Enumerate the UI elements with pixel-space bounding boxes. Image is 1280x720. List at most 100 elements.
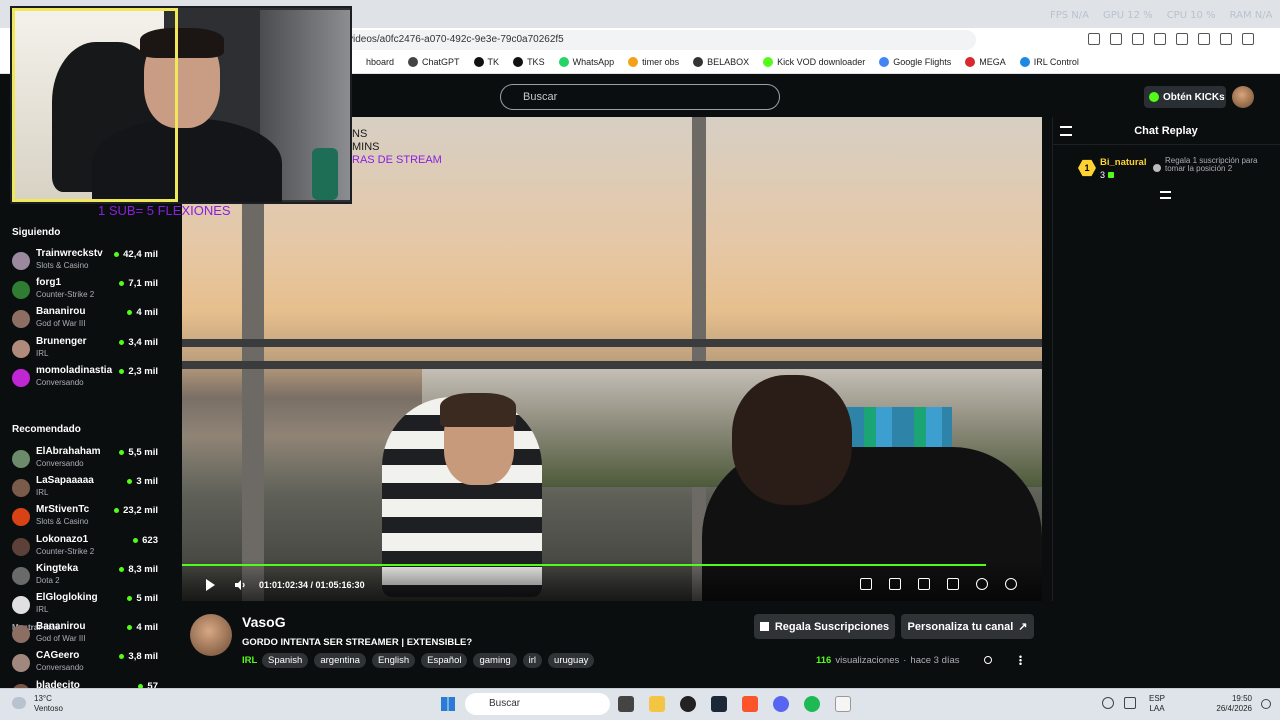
channel-name[interactable]: VasoG <box>242 614 286 630</box>
speed-icon[interactable] <box>976 578 988 590</box>
tag-chip[interactable]: Spanish <box>262 653 309 668</box>
streamer-body <box>92 118 282 202</box>
channel-name: Trainwreckstv <box>36 248 103 259</box>
file-explorer-icon[interactable] <box>649 696 665 712</box>
bookmark-item[interactable]: BELABOX <box>693 57 749 67</box>
sidebar-channel[interactable]: Bananirou God of War III 4 mil <box>0 621 170 650</box>
obs-icon[interactable] <box>680 696 696 712</box>
settings-gear-icon[interactable] <box>1005 578 1017 590</box>
tag-chip[interactable]: irl <box>522 653 543 668</box>
bookmark-item[interactable]: TKS <box>513 57 545 67</box>
sidebar-channel[interactable]: ElAbrahaham Conversando 5,5 mil <box>0 446 170 475</box>
wallet-icon[interactable] <box>1198 33 1210 45</box>
viewer-count-value: 623 <box>142 534 158 546</box>
bookmark-list: hboard ChatGPT TK TKS WhatsApp timer obs BELAB… <box>352 57 1079 67</box>
sidebar-channel[interactable]: Brunenger IRL 3,4 mil <box>0 336 170 365</box>
sidebar-channel[interactable]: forg1 Counter-Strike 2 7,1 mil <box>0 277 170 306</box>
channel-category: God of War III <box>36 319 86 329</box>
bookmark-item[interactable]: hboard <box>352 57 394 67</box>
windows-start-icon[interactable] <box>441 697 455 711</box>
play-icon[interactable] <box>206 579 215 591</box>
share-icon[interactable] <box>984 656 992 664</box>
bookmark-item[interactable]: WhatsApp <box>558 57 614 67</box>
get-kicks-button[interactable]: Obtén KICKs <box>1144 86 1226 108</box>
gift-subs-button[interactable]: Regala Suscripciones <box>754 614 895 639</box>
viewer-count: 23,2 mil <box>114 505 158 516</box>
bookmark-item[interactable]: Kick VOD downloader <box>763 57 865 67</box>
sidebar-channel[interactable]: MrStivenTc Slots & Casino 23,2 mil <box>0 504 170 533</box>
tag-chip[interactable]: gaming <box>473 653 517 668</box>
extension-icon[interactable] <box>1088 33 1100 45</box>
volume-icon[interactable] <box>234 579 246 591</box>
tag-chip[interactable]: Español <box>421 653 468 668</box>
sidebar-channel[interactable]: Kingteka Dota 2 8,3 mil <box>0 563 170 592</box>
notification-icon[interactable] <box>1261 699 1271 709</box>
tag-chip[interactable]: uruguay <box>548 653 595 668</box>
notepad-icon[interactable] <box>835 696 851 712</box>
live-dot-icon <box>119 368 125 374</box>
channel-avatar <box>12 508 30 527</box>
bookmark-item[interactable]: TK <box>473 57 499 67</box>
clock-date: 26/4/2026 <box>1216 704 1252 713</box>
puzzle-icon[interactable] <box>1110 33 1122 45</box>
theater-icon[interactable] <box>918 578 930 590</box>
bookmark-item[interactable]: Google Flights <box>879 57 951 67</box>
bookmark-item[interactable]: IRL Control <box>1019 57 1079 67</box>
sidebar-icon[interactable] <box>1176 33 1188 45</box>
sidebar-channel[interactable]: momoladinastia Conversando 2,3 mil <box>0 365 170 394</box>
channel-category: Counter-Strike 2 <box>36 546 95 556</box>
bookmark-item[interactable]: timer obs <box>628 57 679 67</box>
spotify-icon[interactable] <box>804 696 820 712</box>
customize-channel-button[interactable]: Personaliza tu canal ↗ <box>901 614 1034 639</box>
ai-icon[interactable] <box>1220 33 1232 45</box>
user-avatar[interactable] <box>1232 86 1254 108</box>
capture-icon[interactable] <box>1132 33 1144 45</box>
url-field[interactable]: videos/a0fc2476-a070-492c-9e3e-79c0a7026… <box>340 30 976 50</box>
channel-category: Counter-Strike 2 <box>36 290 95 300</box>
stream-overlay-text: NS MINS RAS DE STREAM <box>352 128 442 167</box>
tag-chip[interactable]: English <box>371 653 416 668</box>
progress-bar[interactable] <box>182 564 987 566</box>
weather-widget[interactable]: 13°C Ventoso <box>34 694 63 714</box>
channel-name: CAGeero <box>36 650 80 662</box>
channel-avatar[interactable] <box>190 614 232 656</box>
gifter-name[interactable]: Bi_natural <box>1100 157 1146 168</box>
bookmark-item[interactable]: MEGA <box>965 57 1006 67</box>
system-clock[interactable]: 19:50 26/4/2026 <box>1214 694 1252 714</box>
gift-icon <box>1108 172 1115 178</box>
taskbar-search[interactable]: Buscar <box>465 693 610 715</box>
clip-icon[interactable] <box>889 578 901 590</box>
cloud-icon[interactable] <box>12 697 26 709</box>
search-input[interactable]: Buscar <box>500 84 780 110</box>
sidebar-channel[interactable]: Bananirou God of War III 4 mil <box>0 306 170 335</box>
bookmark-item[interactable]: ChatGPT <box>408 57 460 67</box>
brave-icon[interactable] <box>742 696 758 712</box>
discord-icon[interactable] <box>773 696 789 712</box>
chevron-up-icon[interactable] <box>1084 697 1092 709</box>
pip-icon[interactable] <box>860 578 872 590</box>
sidebar-channel[interactable]: Trainwreckstv Slots & Casino 42,4 mil <box>0 248 170 277</box>
network-icon[interactable] <box>1102 697 1114 709</box>
weather-condition: Ventoso <box>34 704 63 713</box>
tag-chip[interactable]: argentina <box>314 653 366 668</box>
task-view-icon[interactable] <box>618 696 634 712</box>
channel-avatar <box>12 368 30 387</box>
fullscreen-icon[interactable] <box>947 578 959 590</box>
sidebar-channel[interactable]: CAGeero Conversando 3,8 mil <box>0 650 170 679</box>
steam-icon[interactable] <box>711 696 727 712</box>
language-indicator[interactable]: ESP LAA <box>1149 694 1165 714</box>
more-options-icon[interactable] <box>1019 655 1022 665</box>
gift-description[interactable]: Regala 1 suscripción para tomar la posic… <box>1165 157 1261 173</box>
channel-avatar <box>12 596 30 614</box>
sidebar-channel[interactable]: LaSapaaaaa IRL 3 mil <box>0 475 170 504</box>
sidebar-channel[interactable]: Lokonazo1 Counter-Strike 2 623 <box>0 534 170 563</box>
bookmark-label: timer obs <box>642 57 680 67</box>
sidebar-channel[interactable]: ElGlogloking IRL 5 mil <box>0 592 170 621</box>
viewer-count-value: 3,8 mil <box>128 651 158 663</box>
shield-icon[interactable] <box>1242 33 1254 45</box>
expand-gifters-icon[interactable] <box>1160 191 1171 199</box>
category-link[interactable]: IRL <box>242 655 257 666</box>
channel-avatar <box>12 479 30 498</box>
mic-icon[interactable] <box>1124 697 1136 709</box>
music-icon[interactable] <box>1154 33 1166 45</box>
